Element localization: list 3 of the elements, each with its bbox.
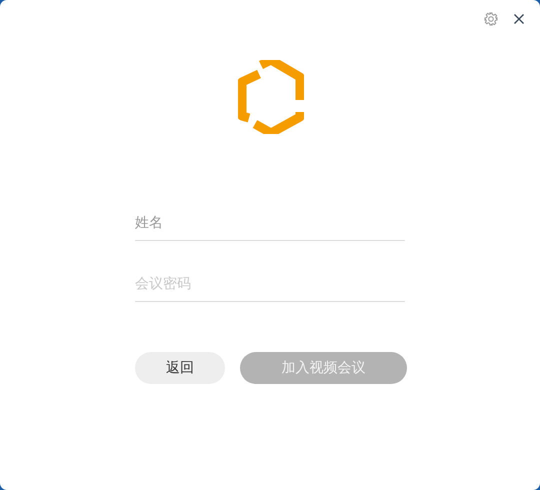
back-button[interactable]: 返回 [135, 352, 225, 384]
settings-icon[interactable] [482, 10, 500, 28]
logo-icon [238, 60, 304, 134]
